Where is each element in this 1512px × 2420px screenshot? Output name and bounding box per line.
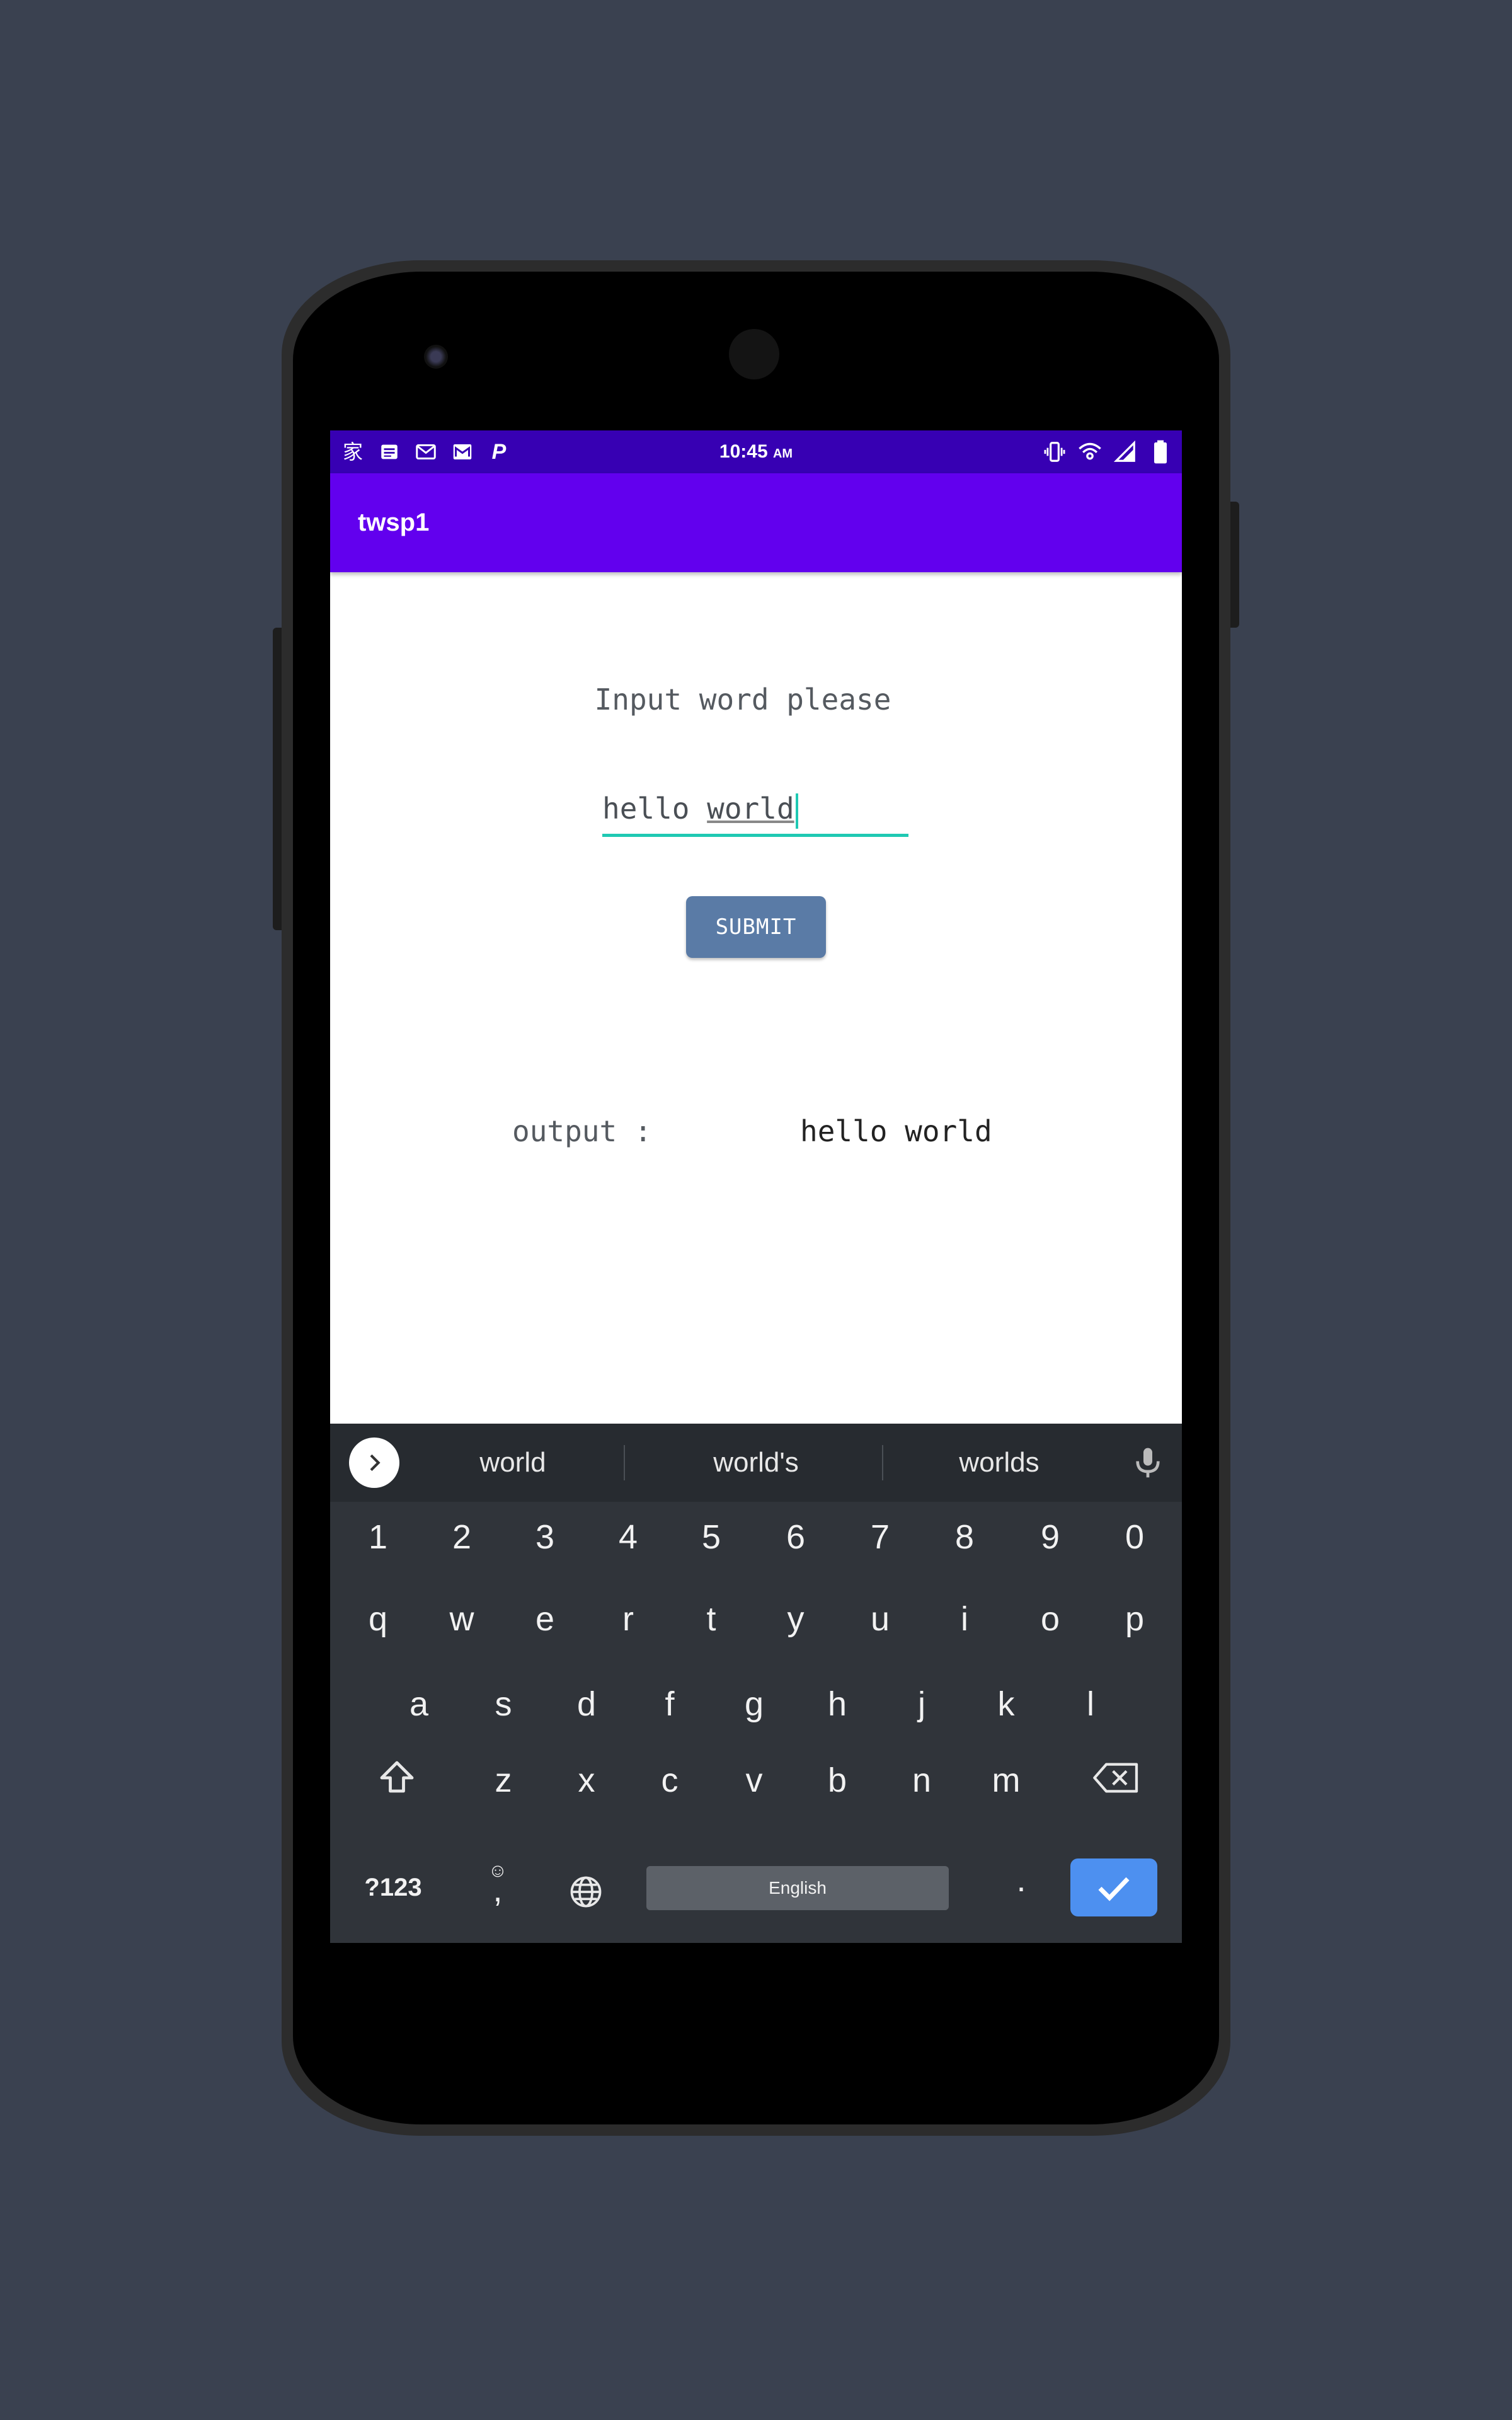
key-q[interactable]: q bbox=[343, 1581, 413, 1657]
status-icons-right bbox=[1042, 430, 1173, 473]
app-bar: twsp1 bbox=[330, 473, 1182, 572]
key-p[interactable]: p bbox=[1100, 1581, 1169, 1657]
shift-icon[interactable] bbox=[374, 1755, 420, 1801]
backspace-icon[interactable] bbox=[1091, 1758, 1142, 1798]
space-key[interactable]: English bbox=[646, 1866, 949, 1910]
suggestion-3[interactable]: worlds bbox=[905, 1424, 1094, 1502]
key-y[interactable]: y bbox=[761, 1581, 830, 1657]
key-h[interactable]: h bbox=[803, 1666, 872, 1742]
key-2[interactable]: 2 bbox=[427, 1499, 496, 1575]
battery-icon bbox=[1148, 439, 1173, 464]
input-text-composing: world bbox=[707, 792, 794, 826]
emoji-icon: ☺ bbox=[488, 1860, 508, 1881]
suggestion-divider bbox=[882, 1445, 883, 1480]
key-f[interactable]: f bbox=[635, 1666, 704, 1742]
key-7[interactable]: 7 bbox=[845, 1499, 915, 1575]
key-8[interactable]: 8 bbox=[930, 1499, 999, 1575]
signal-icon bbox=[1113, 439, 1138, 464]
globe-icon[interactable] bbox=[567, 1873, 605, 1911]
suggestion-1[interactable]: world bbox=[418, 1424, 607, 1502]
vibrate-icon bbox=[1042, 439, 1067, 464]
key-w[interactable]: w bbox=[427, 1581, 496, 1657]
status-bar: 家 P 10:45 AM bbox=[330, 430, 1182, 473]
key-5[interactable]: 5 bbox=[677, 1499, 746, 1575]
key-l[interactable]: l bbox=[1056, 1666, 1125, 1742]
key-r[interactable]: r bbox=[593, 1581, 663, 1657]
key-c[interactable]: c bbox=[635, 1743, 704, 1818]
wifi-icon bbox=[1077, 439, 1102, 464]
suggestion-2[interactable]: world's bbox=[662, 1424, 850, 1502]
key-s[interactable]: s bbox=[469, 1666, 538, 1742]
key-j[interactable]: j bbox=[887, 1666, 956, 1742]
output-value: hello world bbox=[800, 1114, 992, 1148]
output-label: output : bbox=[512, 1114, 652, 1148]
key-e[interactable]: e bbox=[510, 1581, 580, 1657]
earpiece-speaker bbox=[729, 329, 779, 379]
key-z[interactable]: z bbox=[469, 1743, 538, 1818]
key-o[interactable]: o bbox=[1016, 1581, 1085, 1657]
device-screen: 家 P 10:45 AM twsp1 Input word please hel… bbox=[330, 430, 1182, 1943]
key-0[interactable]: 0 bbox=[1100, 1499, 1169, 1575]
input-text-plain: hello bbox=[602, 792, 707, 826]
word-input[interactable]: hello world bbox=[602, 780, 908, 837]
symbols-key[interactable]: ?123 bbox=[349, 1850, 437, 1925]
app-title: twsp1 bbox=[358, 509, 430, 536]
key-1[interactable]: 1 bbox=[343, 1499, 413, 1575]
key-u[interactable]: u bbox=[845, 1581, 915, 1657]
key-b[interactable]: b bbox=[803, 1743, 872, 1818]
key-i[interactable]: i bbox=[930, 1581, 999, 1657]
chevron-right-icon bbox=[370, 1454, 381, 1472]
text-cursor bbox=[795, 793, 798, 829]
soft-keyboard: world world's worlds 1 2 3 4 5 6 7 8 9 0… bbox=[330, 1424, 1182, 1943]
period-key[interactable]: . bbox=[987, 1842, 1056, 1918]
microphone-icon[interactable] bbox=[1130, 1444, 1166, 1482]
key-d[interactable]: d bbox=[552, 1666, 621, 1742]
key-4[interactable]: 4 bbox=[593, 1499, 663, 1575]
done-key[interactable] bbox=[1070, 1858, 1157, 1916]
front-camera bbox=[424, 345, 448, 369]
input-text: hello world bbox=[602, 792, 794, 826]
key-9[interactable]: 9 bbox=[1016, 1499, 1085, 1575]
key-v[interactable]: v bbox=[719, 1743, 789, 1818]
key-k[interactable]: k bbox=[971, 1666, 1041, 1742]
key-t[interactable]: t bbox=[677, 1581, 746, 1657]
key-3[interactable]: 3 bbox=[510, 1499, 580, 1575]
input-prompt-label: Input word please bbox=[594, 683, 891, 717]
key-m[interactable]: m bbox=[971, 1743, 1041, 1818]
comma-emoji-key[interactable]: ☺ , bbox=[467, 1858, 528, 1922]
suggestion-divider bbox=[624, 1445, 625, 1480]
key-6[interactable]: 6 bbox=[761, 1499, 830, 1575]
submit-button[interactable]: SUBMIT bbox=[686, 896, 826, 958]
phone-power-button bbox=[1229, 502, 1239, 628]
key-g[interactable]: g bbox=[719, 1666, 789, 1742]
key-a[interactable]: a bbox=[384, 1666, 454, 1742]
suggestion-strip: world world's worlds bbox=[330, 1424, 1182, 1502]
checkmark-icon bbox=[1098, 1877, 1130, 1901]
key-x[interactable]: x bbox=[552, 1743, 621, 1818]
key-n[interactable]: n bbox=[887, 1743, 956, 1818]
expand-suggestions-button[interactable] bbox=[349, 1438, 399, 1488]
